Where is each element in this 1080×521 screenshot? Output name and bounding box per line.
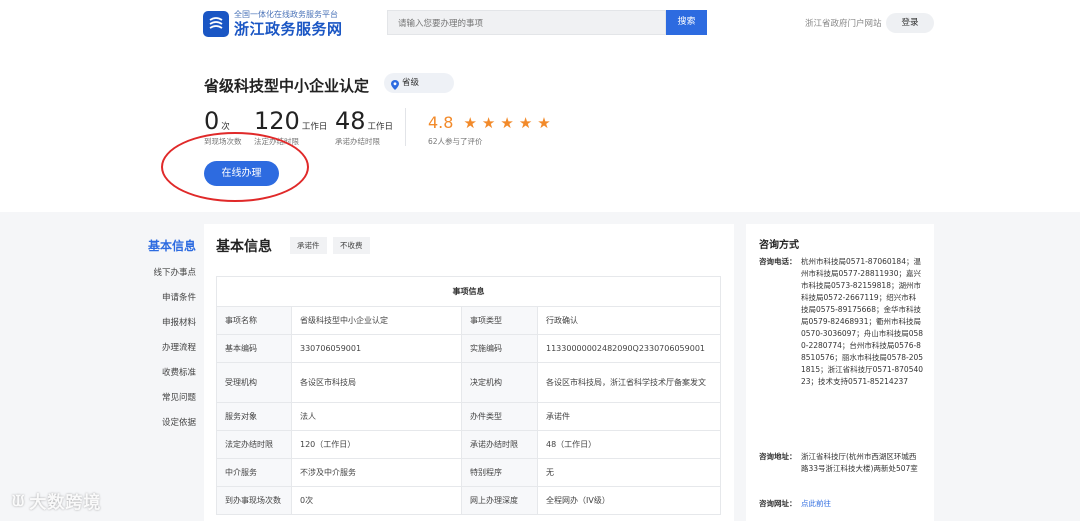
logo-title: 浙江政务服务网 bbox=[234, 20, 343, 38]
nav-item-process[interactable]: 办理流程 bbox=[136, 338, 196, 363]
cell-value: 48（工作日） bbox=[537, 430, 721, 459]
nav-item-offline[interactable]: 线下办事点 bbox=[136, 263, 196, 288]
stat-unit: 工作日 bbox=[301, 122, 328, 132]
cell-value: 不涉及中介服务 bbox=[291, 458, 462, 487]
consult-address: 咨询地址： 浙江省科技厅(杭州市西湖区环城西路33号浙江科技大楼)两新处507室 bbox=[759, 451, 923, 475]
section-title: 基本信息 bbox=[216, 239, 272, 255]
rating-count: 62人参与了评价 bbox=[428, 137, 483, 146]
nav-item-conditions[interactable]: 申请条件 bbox=[136, 288, 196, 313]
cell-value: 行政确认 bbox=[537, 306, 721, 335]
cell-value: 全程网办（IV级） bbox=[537, 486, 721, 515]
table-row: 中介服务 不涉及中介服务 特别程序 无 bbox=[216, 458, 721, 487]
consult-website-label: 咨询网址： bbox=[759, 499, 797, 508]
logo-icon bbox=[203, 11, 229, 37]
consult-panel: 咨询方式 咨询电话： 杭州市科技局0571-87060184；温州市科技局057… bbox=[746, 224, 934, 521]
stat-unit: 次 bbox=[221, 122, 230, 132]
cell-value: 11330000002482090Q2330706059001 bbox=[537, 334, 721, 363]
stat-number: 120 bbox=[254, 107, 300, 135]
cell-key: 特别程序 bbox=[461, 458, 538, 487]
table-row: 到办事现场次数 0次 网上办理深度 全程网办（IV级） bbox=[216, 486, 721, 515]
cell-value: 省级科技型中小企业认定 bbox=[291, 306, 462, 335]
stat-label: 承诺办结时限 bbox=[335, 137, 380, 146]
highlight-circle bbox=[161, 132, 309, 202]
star-icon: ★ bbox=[518, 113, 533, 132]
table-row: 法定办结时限 120（工作日） 承诺办结时限 48（工作日） bbox=[216, 430, 721, 459]
stat-number: 0 bbox=[204, 107, 220, 135]
basic-info-panel: 基本信息 承诺件 不收费 事项信息 事项名称 省级科技型中小企业认定 事项类型 … bbox=[204, 224, 734, 521]
cell-value: 法人 bbox=[291, 402, 462, 431]
top-section: 全国一体化在线政务服务平台 浙江政务服务网 搜索 浙江省政府门户网站 登录 省级… bbox=[0, 0, 1080, 212]
cell-key: 承诺办结时限 bbox=[461, 430, 538, 459]
watermark-logo-icon: ᙡ bbox=[12, 491, 26, 510]
cell-key: 网上办理深度 bbox=[461, 486, 538, 515]
star-icon: ★ bbox=[537, 113, 551, 132]
consult-website-link[interactable]: 点此前往 bbox=[801, 498, 923, 510]
watermark-text: 大数跨境 bbox=[29, 493, 102, 513]
star-icon: ★ bbox=[500, 113, 514, 132]
tag-promise: 承诺件 bbox=[290, 237, 327, 254]
info-table: 事项信息 事项名称 省级科技型中小企业认定 事项类型 行政确认 基本编码 330… bbox=[216, 276, 721, 515]
consult-address-value: 浙江省科技厅(杭州市西湖区环城西路33号浙江科技大楼)两新处507室 bbox=[801, 452, 918, 473]
consult-phone-label: 咨询电话： bbox=[759, 257, 797, 266]
site-logo[interactable]: 全国一体化在线政务服务平台 浙江政务服务网 bbox=[203, 10, 343, 38]
cell-key: 基本编码 bbox=[216, 334, 292, 363]
location-pin-icon bbox=[391, 78, 399, 98]
cell-value: 0次 bbox=[291, 486, 462, 515]
table-row: 服务对象 法人 办件类型 承诺件 bbox=[216, 402, 721, 431]
cell-value: 120（工作日） bbox=[291, 430, 462, 459]
nav-item-fees[interactable]: 收费标准 bbox=[136, 363, 196, 388]
star-icon: ★ bbox=[463, 113, 477, 132]
cell-key: 法定办结时限 bbox=[216, 430, 292, 459]
divider bbox=[405, 108, 406, 146]
nav-item-materials[interactable]: 申报材料 bbox=[136, 313, 196, 338]
nav-item-faq[interactable]: 常见问题 bbox=[136, 388, 196, 413]
page-title: 省级科技型中小企业认定 bbox=[204, 77, 370, 95]
cell-value: 330706059001 bbox=[291, 334, 462, 363]
consult-website: 咨询网址： 点此前往 bbox=[759, 498, 923, 510]
cell-key: 实施编码 bbox=[461, 334, 538, 363]
consult-phone: 咨询电话： 杭州市科技局0571-87060184；温州市科技局0577-288… bbox=[759, 256, 923, 388]
search-box bbox=[387, 10, 666, 36]
table-row: 受理机构 各设区市科技局 决定机构 各设区市科技局，浙江省科学技术厅备案发文 bbox=[216, 362, 721, 403]
cell-value: 无 bbox=[537, 458, 721, 487]
tag-free: 不收费 bbox=[333, 237, 370, 254]
cell-key: 服务对象 bbox=[216, 402, 292, 431]
star-icon: ★ bbox=[481, 113, 496, 132]
consult-phone-value: 杭州市科技局0571-87060184；温州市科技局0577-28811930；… bbox=[801, 257, 924, 386]
consult-title: 咨询方式 bbox=[759, 240, 799, 251]
cell-key: 事项名称 bbox=[216, 306, 292, 335]
cell-value: 承诺件 bbox=[537, 402, 721, 431]
logo-subtitle: 全国一体化在线政务服务平台 bbox=[234, 10, 338, 19]
consult-address-label: 咨询地址： bbox=[759, 452, 797, 461]
stat-promise-time: 48 工作日 承诺办结时限 bbox=[335, 108, 393, 147]
cell-key: 到办事现场次数 bbox=[216, 486, 292, 515]
rating: 4.8 ★ ★ ★ ★ ★ bbox=[428, 113, 556, 132]
table-row: 基本编码 330706059001 实施编码 11330000002482090… bbox=[216, 334, 721, 363]
level-label: 省级 bbox=[402, 78, 420, 88]
nav-item-basic-info[interactable]: 基本信息 bbox=[136, 236, 196, 263]
cell-key: 决定机构 bbox=[461, 362, 538, 403]
stat-number: 48 bbox=[335, 107, 366, 135]
side-nav: 基本信息 线下办事点 申请条件 申报材料 办理流程 收费标准 常见问题 设定依据 bbox=[136, 236, 196, 438]
cell-key: 受理机构 bbox=[216, 362, 292, 403]
search-button[interactable]: 搜索 bbox=[666, 10, 707, 35]
table-row: 事项名称 省级科技型中小企业认定 事项类型 行政确认 bbox=[216, 306, 721, 335]
cell-value: 各设区市科技局 bbox=[291, 362, 462, 403]
rating-score: 4.8 bbox=[428, 113, 454, 132]
cell-key: 办件类型 bbox=[461, 402, 538, 431]
nav-item-basis[interactable]: 设定依据 bbox=[136, 413, 196, 438]
login-button[interactable]: 登录 bbox=[886, 13, 934, 33]
cell-key: 中介服务 bbox=[216, 458, 292, 487]
table-header: 事项信息 bbox=[216, 276, 721, 307]
watermark: ᙡ 大数跨境 bbox=[12, 488, 102, 514]
cell-value: 各设区市科技局，浙江省科学技术厅备案发文 bbox=[537, 362, 721, 403]
stat-unit: 工作日 bbox=[367, 122, 394, 132]
search-input[interactable] bbox=[388, 12, 665, 36]
gov-portal-link[interactable]: 浙江省政府门户网站 bbox=[805, 17, 882, 29]
level-badge: 省级 bbox=[384, 73, 454, 93]
cell-key: 事项类型 bbox=[461, 306, 538, 335]
